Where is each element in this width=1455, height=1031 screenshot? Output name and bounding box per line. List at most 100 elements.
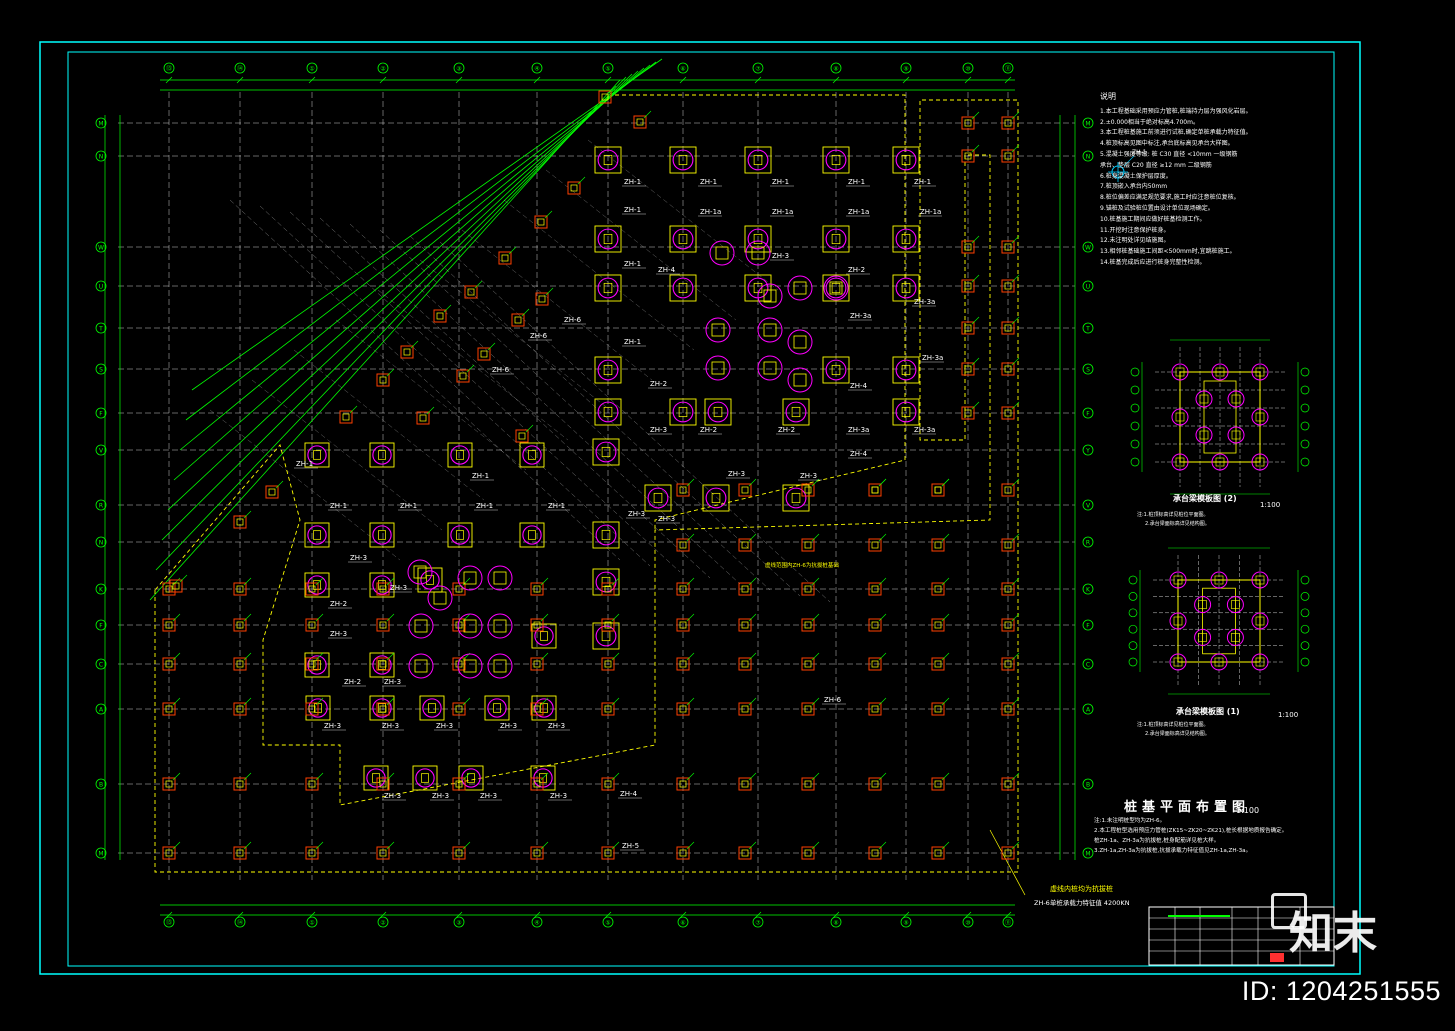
detail-axis-bubble: [1300, 575, 1310, 585]
pile-leader: [971, 274, 980, 283]
cap-core: [378, 450, 386, 460]
pile-cap: [644, 484, 672, 512]
pile-small: [868, 652, 887, 671]
cap-core: [378, 530, 386, 540]
pile-leader: [386, 652, 395, 661]
pile-small: [676, 478, 695, 497]
pile-circle: [595, 625, 617, 647]
pile-leader: [540, 652, 549, 661]
pile-circle: [372, 698, 392, 718]
cap-core: [540, 631, 548, 641]
detail-axis-bubble: [1300, 624, 1310, 634]
detail-axis-bubble: [1130, 439, 1140, 449]
cap-outline: [304, 572, 330, 598]
pile-small: [376, 841, 395, 860]
pile-type-label: ZH-3: [800, 472, 817, 480]
pile-circle: [415, 768, 435, 788]
pile-leader: [315, 772, 324, 781]
pile-ring: [427, 585, 453, 611]
pile-small: [1001, 613, 1020, 632]
axis-label: N: [99, 154, 104, 161]
axis-label: ④: [534, 66, 539, 73]
note-item: 4.桩顶标高见图中标注,承台底标高见承台大样图。: [1100, 140, 1234, 148]
pile-small: [1001, 235, 1020, 254]
pile-leader: [443, 304, 452, 313]
pile-leader: [540, 577, 549, 586]
axis-label: ⑥: [680, 920, 685, 927]
pile-type-label: ZH-3: [436, 722, 453, 730]
pile-leader: [748, 478, 757, 487]
pile-core: [268, 488, 276, 496]
note-item: 5.混凝土强度等级: 桩 C30 直径 <10mm 一级钢筋: [1100, 150, 1238, 158]
pile-core: [514, 316, 522, 324]
pile-type-label: ZH-6: [824, 696, 842, 704]
pile-small: [961, 111, 980, 130]
pile-cap: [592, 622, 620, 650]
detail-axis-bubble: [1128, 641, 1138, 650]
pile-type-label: ZH-3: [728, 470, 745, 478]
pile-type-label: ZH-6: [492, 366, 510, 374]
pile-small: [1001, 577, 1020, 596]
pile-leader: [811, 533, 820, 542]
pile-small: [868, 697, 887, 716]
axis-label: ⑨: [903, 66, 908, 73]
detail-1-title: 承台梁模板图 (1): [1176, 707, 1240, 716]
pile-ring: [457, 613, 483, 639]
pile-leader: [941, 613, 950, 622]
pile-leader: [811, 652, 820, 661]
pile-core: [934, 541, 942, 549]
pile-type-label: ZH-6: [530, 332, 548, 340]
notes-title: 说明: [1100, 92, 1116, 101]
pile-core: [436, 312, 444, 320]
axis-label: ②: [380, 920, 386, 927]
pile-small: [676, 613, 695, 632]
pile-leader: [811, 697, 820, 706]
pile-ring: [757, 355, 783, 381]
pile-leader: [611, 652, 620, 661]
axis-label: F: [99, 623, 103, 630]
cap-outline: [592, 622, 620, 650]
pile-leader: [315, 652, 324, 661]
axis-label: ⑤: [605, 66, 610, 73]
pile-small: [601, 772, 620, 791]
pile-leader: [410, 340, 419, 349]
pile-small: [534, 210, 553, 229]
pile-ring-core: [793, 281, 807, 295]
diagonal-grid: [289, 211, 681, 573]
pile-type-label: ZH-2: [700, 426, 717, 434]
axis-label: T: [98, 326, 103, 333]
cap-outline: [519, 442, 545, 468]
pile-cap: [304, 522, 330, 548]
pile-cap: [519, 442, 545, 468]
cap-core: [428, 703, 436, 713]
axis-label: S: [1086, 367, 1090, 374]
pile-small: [376, 368, 395, 387]
pile-ring-core: [793, 335, 807, 349]
pile-leader: [686, 841, 695, 850]
detail-axis-bubble: [1128, 657, 1138, 667]
axis-label: A: [1086, 707, 1091, 714]
pile-leader: [462, 697, 471, 706]
capacity-label: ZH-6单桩承载力特征值 4200KN: [1034, 899, 1130, 907]
note-item: 8.桩位偏差应满足规范要求,施工时应注意桩位复核。: [1100, 194, 1240, 202]
cap-core: [426, 575, 434, 585]
pile-leader: [748, 841, 757, 850]
pile-leader: [878, 533, 887, 542]
pile-type-label: ZH-1: [848, 178, 865, 186]
detail-axis-bubble: [1128, 592, 1138, 601]
pile-small: [868, 841, 887, 860]
detail-axis-bubble: [1300, 592, 1310, 601]
pile-core: [804, 541, 812, 549]
cap-outline: [484, 695, 510, 721]
pile-cap: [519, 522, 545, 548]
pile-type-label: ZH-4: [850, 382, 868, 390]
pile-circle: [534, 626, 554, 646]
pile-type-label: ZH-1a: [772, 208, 793, 216]
pile-type-label: ZH-3: [658, 515, 675, 523]
main-note-line: 3.ZH-1a,ZH-3a为抗拔桩,抗拔承载力特征值见ZH-1a,ZH-3a。: [1094, 848, 1252, 854]
axis-label: Y: [1085, 448, 1090, 455]
pile-cap: [369, 695, 395, 721]
cap-outline: [369, 522, 395, 548]
cap-core: [467, 773, 475, 783]
pile-leader: [748, 772, 757, 781]
